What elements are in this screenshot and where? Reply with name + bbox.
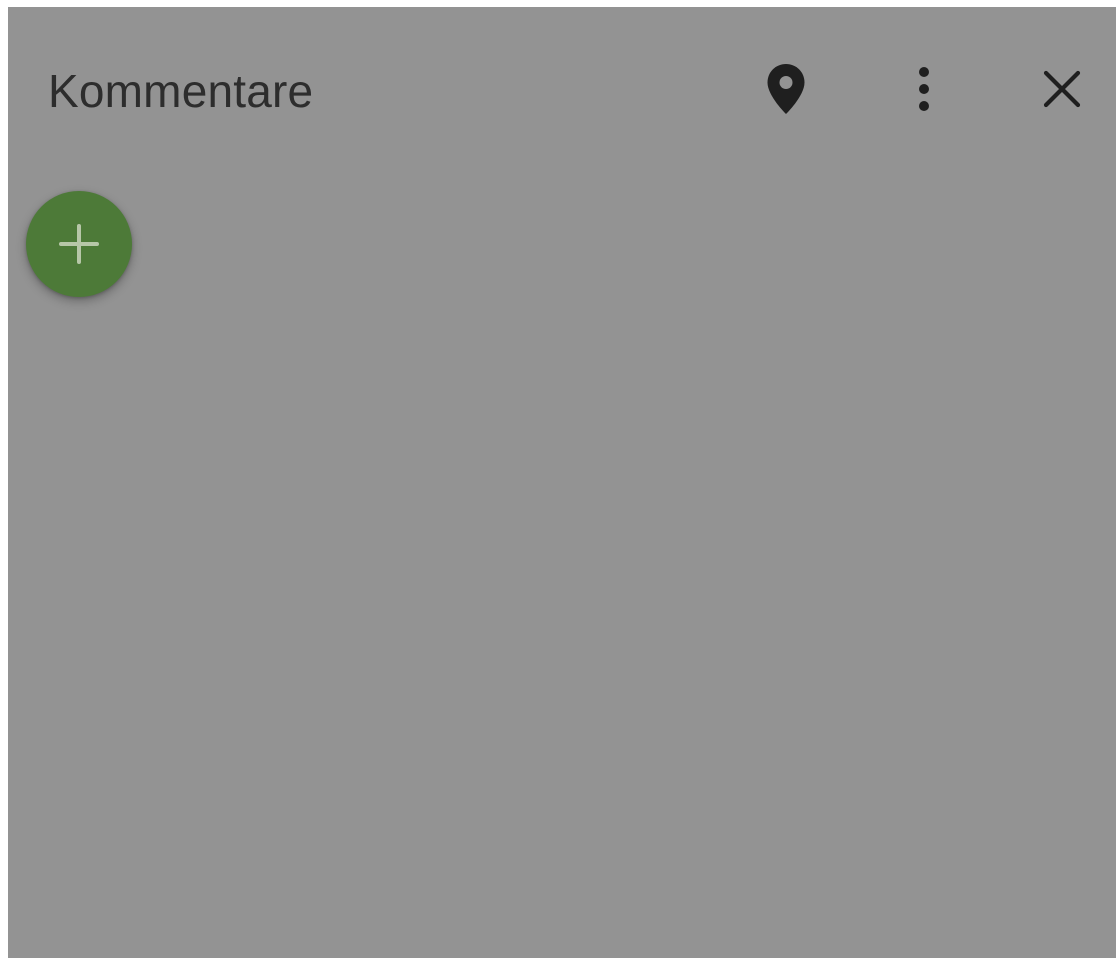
panel-header: Kommentare (8, 7, 1116, 175)
more-vertical-icon (919, 67, 929, 111)
panel-title: Kommentare (48, 65, 314, 117)
location-button[interactable] (754, 57, 818, 121)
more-options-button[interactable] (892, 57, 956, 121)
close-icon (1043, 70, 1081, 108)
plus-icon (59, 224, 99, 264)
close-button[interactable] (1030, 57, 1094, 121)
map-pin-icon (767, 64, 805, 114)
add-comment-button[interactable] (26, 191, 132, 297)
comments-panel: Kommentare (8, 7, 1116, 958)
screen: Kommentare (0, 0, 1116, 958)
